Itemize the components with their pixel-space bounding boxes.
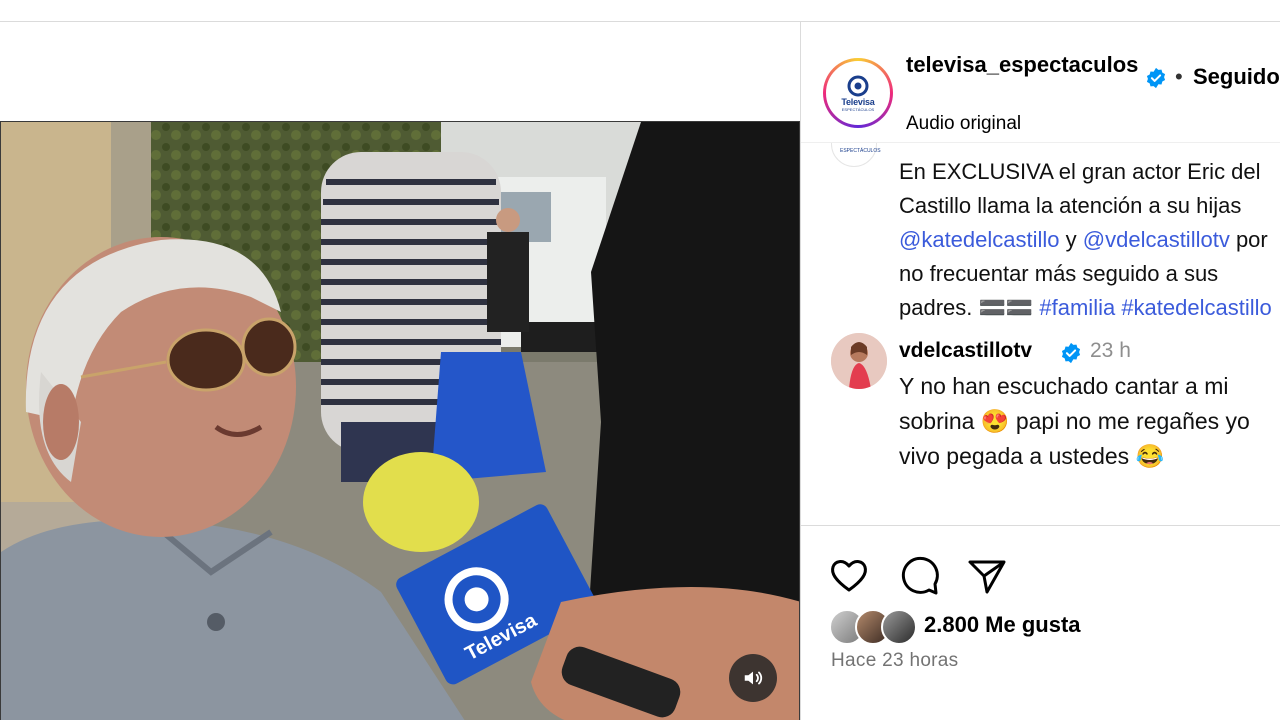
commenter-avatar[interactable] (831, 333, 887, 389)
account-avatar[interactable]: Televisa ESPECTÁCULOS (823, 58, 893, 128)
mention-katedelcastillo[interactable]: @katedelcastillo (899, 227, 1060, 252)
video-frame: Televisa (1, 122, 799, 720)
comment-item: vdelcastillotv 23 h Y no han escuchado c… (801, 329, 1280, 519)
video-player[interactable]: Televisa (0, 121, 800, 720)
caption-text-container: En EXCLUSIVA el gran actor Eric del Cast… (899, 155, 1280, 325)
heart-icon (831, 560, 867, 592)
caption-avatar-logo-sub: ESPECTÁCULOS (840, 148, 881, 154)
mute-toggle-button[interactable] (729, 654, 777, 702)
commenter-photo (831, 333, 887, 389)
mention-vdelcastillotv[interactable]: @vdelcastillotv (1083, 227, 1230, 252)
speaker-icon (744, 671, 763, 685)
verified-badge-icon (1146, 67, 1166, 89)
comment-timestamp[interactable]: 23 h (1090, 339, 1131, 363)
browser-top-bar (0, 0, 1280, 22)
avatar-logo-sub: ESPECTÁCULOS (841, 106, 875, 112)
share-icon (968, 560, 1006, 594)
caption-connector: y (1059, 227, 1083, 252)
comments-section[interactable]: ESPECTÁCULOS En EXCLUSIVA el gran actor … (801, 142, 1280, 526)
comment-text: Y no han escuchado cantar a mi sobrina 😍… (899, 373, 1250, 469)
separator-dot: • (1175, 64, 1183, 89)
comment-icon (901, 556, 939, 595)
commenter-username[interactable]: vdelcastillotv (899, 339, 1032, 363)
following-button[interactable]: Seguido (1193, 64, 1280, 90)
caption-text-1: En EXCLUSIVA el gran actor Eric del Cast… (899, 159, 1267, 218)
post-actions: 2.800 Me gusta Hace 23 horas (801, 526, 1280, 720)
liker-avatar (881, 609, 917, 645)
likes-count[interactable]: 2.800 Me gusta (924, 612, 1081, 638)
account-avatar-inner: Televisa ESPECTÁCULOS (826, 61, 890, 125)
liker-avatars[interactable] (829, 609, 921, 645)
caption-avatar[interactable]: ESPECTÁCULOS (831, 143, 881, 167)
hashtag-katedelcastillo[interactable]: #katedelcastillo (1115, 295, 1271, 320)
share-button[interactable] (965, 554, 1009, 598)
media-pane: Televisa (0, 22, 800, 720)
verified-badge-icon (1061, 342, 1081, 364)
post-header: Televisa ESPECTÁCULOS televisa_espectacu… (801, 22, 1280, 142)
post-timestamp[interactable]: Hace 23 horas (831, 650, 958, 672)
post-caption: En EXCLUSIVA el gran actor Eric del Cast… (899, 155, 1280, 325)
televisa-logo-icon (847, 75, 869, 96)
avatar-logo-word: Televisa (841, 96, 875, 107)
comment-button[interactable] (897, 554, 941, 598)
hashtag-familia[interactable]: #familia (1039, 295, 1115, 320)
account-username[interactable]: televisa_espectaculos (906, 50, 1146, 80)
like-button[interactable] (827, 554, 871, 598)
post-side-panel: Televisa ESPECTÁCULOS televisa_espectacu… (800, 22, 1280, 720)
audio-original-link[interactable]: Audio original (906, 113, 1021, 135)
